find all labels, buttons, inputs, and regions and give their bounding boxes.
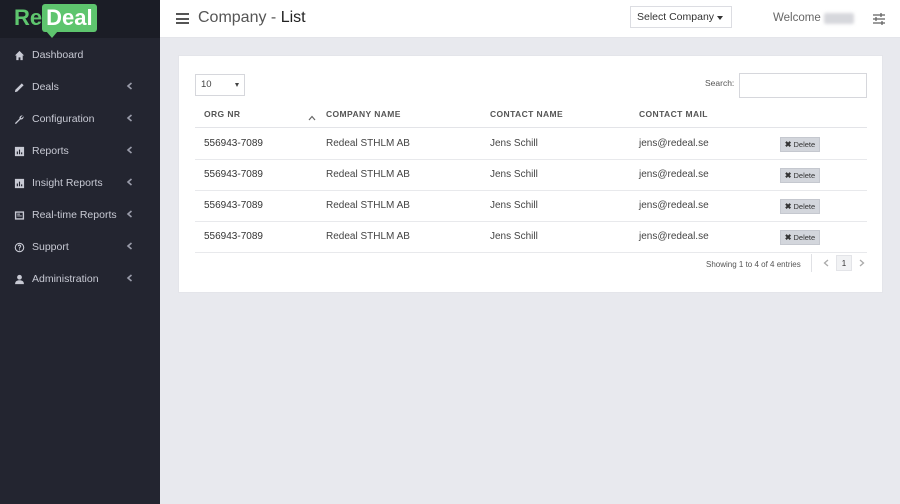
page-length-select[interactable]: 10 bbox=[195, 74, 245, 96]
search-input[interactable] bbox=[739, 73, 867, 98]
close-icon: ✖ bbox=[784, 233, 792, 242]
sidebar-item-label: Real-time Reports bbox=[32, 209, 117, 221]
table-info: Showing 1 to 4 of 4 entries bbox=[706, 260, 801, 269]
chart-icon bbox=[12, 144, 26, 158]
sidebar-item-deals[interactable]: Deals bbox=[0, 76, 160, 98]
cell-company-name: Redeal STHLM AB bbox=[326, 138, 410, 149]
pager-divider bbox=[811, 254, 812, 272]
table-row: 556943-7089 Redeal STHLM AB Jens Schill jen… bbox=[195, 222, 867, 253]
hamburger-menu-icon[interactable] bbox=[176, 13, 189, 24]
caret-down-icon bbox=[717, 16, 723, 20]
sidebar-item-label: Dashboard bbox=[32, 49, 84, 61]
sidebar-item-administration[interactable]: Administration bbox=[0, 268, 160, 290]
redeal-logo[interactable]: Re Deal bbox=[14, 4, 97, 38]
user-icon bbox=[12, 272, 26, 286]
prev-page-icon[interactable] bbox=[819, 256, 833, 270]
sidebar-item-insight-reports[interactable]: Insight Reports bbox=[0, 172, 160, 194]
sidebar-item-configuration[interactable]: Configuration bbox=[0, 108, 160, 130]
page-number[interactable]: 1 bbox=[836, 255, 852, 271]
welcome-text: Welcome bbox=[773, 12, 821, 24]
cell-company-name: Redeal STHLM AB bbox=[326, 169, 410, 180]
delete-button[interactable]: ✖ Delete bbox=[780, 230, 820, 245]
table-row: 556943-7089 Redeal STHLM AB Jens Schill jen… bbox=[195, 129, 867, 160]
sliders-icon[interactable] bbox=[872, 12, 886, 26]
close-icon: ✖ bbox=[784, 171, 792, 180]
sidebar-item-support[interactable]: Support bbox=[0, 236, 160, 258]
cell-contact-mail: jens@redeal.se bbox=[639, 138, 709, 149]
cell-contact-mail: jens@redeal.se bbox=[639, 200, 709, 211]
cell-org-nr: 556943-7089 bbox=[204, 231, 263, 242]
blurred-username bbox=[824, 13, 854, 24]
pagination: 1 bbox=[819, 254, 869, 272]
chevron-left-icon bbox=[126, 113, 136, 123]
sort-asc-icon[interactable] bbox=[308, 108, 316, 121]
cell-contact-name: Jens Schill bbox=[490, 231, 538, 242]
sidebar-item-label: Insight Reports bbox=[32, 177, 103, 189]
column-header-org-nr[interactable]: ORG NR bbox=[204, 109, 240, 119]
column-header-contact-name[interactable]: CONTACT NAME bbox=[490, 109, 563, 119]
cell-contact-mail: jens@redeal.se bbox=[639, 169, 709, 180]
table-row: 556943-7089 Redeal STHLM AB Jens Schill jen… bbox=[195, 191, 867, 222]
select-company-dropdown[interactable]: Select Company bbox=[630, 6, 732, 28]
sidebar-item-label: Configuration bbox=[32, 113, 95, 125]
delete-button[interactable]: ✖ Delete bbox=[780, 137, 820, 152]
cell-org-nr: 556943-7089 bbox=[204, 138, 263, 149]
cell-org-nr: 556943-7089 bbox=[204, 200, 263, 211]
delete-button[interactable]: ✖ Delete bbox=[780, 168, 820, 183]
monitor-icon bbox=[12, 208, 26, 222]
cell-contact-mail: jens@redeal.se bbox=[639, 231, 709, 242]
sidebar: Re Deal Dashboard Deals Configuration Report… bbox=[0, 0, 160, 504]
sidebar-item-label: Support bbox=[32, 241, 69, 253]
question-circle-icon bbox=[12, 240, 26, 254]
sidebar-item-dashboard[interactable]: Dashboard bbox=[0, 44, 160, 66]
cell-contact-name: Jens Schill bbox=[490, 169, 538, 180]
chevron-left-icon bbox=[126, 273, 136, 283]
column-header-company-name[interactable]: COMPANY NAME bbox=[326, 109, 401, 119]
top-header: Company - List Select Company Welcome bbox=[160, 0, 900, 38]
table-header-row: ORG NR COMPANY NAME CONTACT NAME CONTACT… bbox=[195, 98, 867, 128]
page-title: Company - List bbox=[198, 9, 306, 26]
sidebar-item-label: Reports bbox=[32, 145, 69, 157]
home-icon bbox=[12, 48, 26, 62]
next-page-icon[interactable] bbox=[855, 256, 869, 270]
cell-contact-name: Jens Schill bbox=[490, 138, 538, 149]
sidebar-item-real-time-reports[interactable]: Real-time Reports bbox=[0, 204, 160, 226]
cell-company-name: Redeal STHLM AB bbox=[326, 200, 410, 211]
wrench-icon bbox=[12, 112, 26, 126]
close-icon: ✖ bbox=[784, 140, 792, 149]
chevron-left-icon bbox=[126, 241, 136, 251]
chevron-left-icon bbox=[126, 81, 136, 91]
delete-button[interactable]: ✖ Delete bbox=[780, 199, 820, 214]
chevron-left-icon bbox=[126, 145, 136, 155]
cell-company-name: Redeal STHLM AB bbox=[326, 231, 410, 242]
chart-icon bbox=[12, 176, 26, 190]
caret-down-icon bbox=[235, 83, 239, 87]
column-header-contact-mail[interactable]: CONTACT MAIL bbox=[639, 109, 708, 119]
table-row: 556943-7089 Redeal STHLM AB Jens Schill jen… bbox=[195, 160, 867, 191]
search-label: Search: bbox=[705, 78, 735, 88]
pencil-icon bbox=[12, 80, 26, 94]
sidebar-item-label: Deals bbox=[32, 81, 59, 93]
sidebar-item-label: Administration bbox=[32, 273, 99, 285]
close-icon: ✖ bbox=[784, 202, 792, 211]
chevron-left-icon bbox=[126, 177, 136, 187]
chevron-left-icon bbox=[126, 209, 136, 219]
cell-org-nr: 556943-7089 bbox=[204, 169, 263, 180]
company-list-card: 10 Search: ORG NR COMPANY NAME CONTACT N… bbox=[178, 55, 883, 293]
cell-contact-name: Jens Schill bbox=[490, 200, 538, 211]
sidebar-item-reports[interactable]: Reports bbox=[0, 140, 160, 162]
logo-area: Re Deal bbox=[0, 0, 160, 38]
